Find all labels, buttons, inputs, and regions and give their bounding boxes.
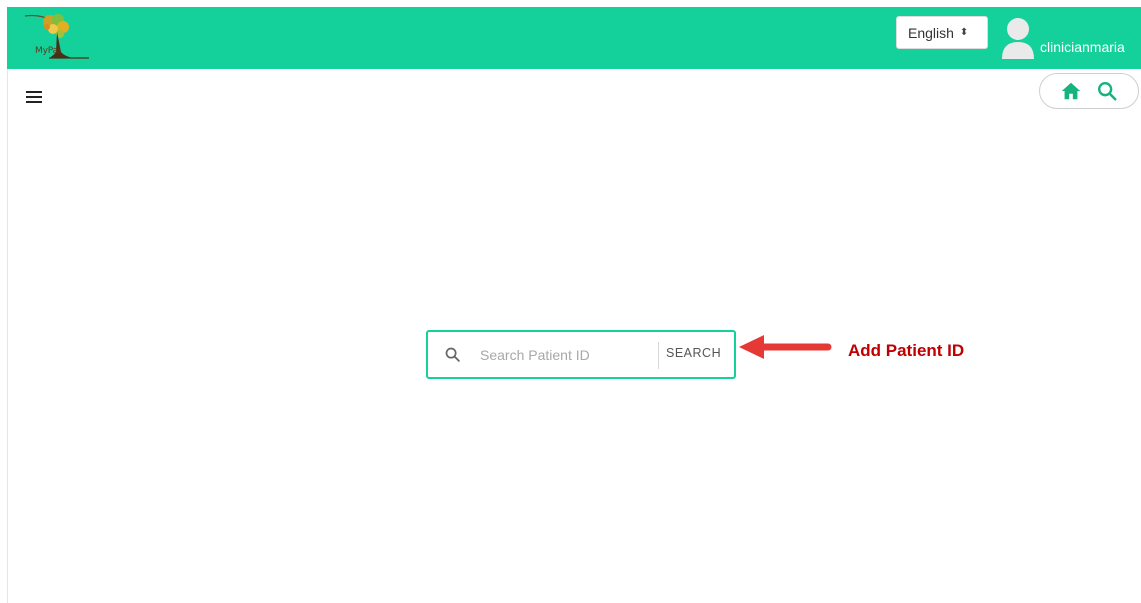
tree-logo-icon [24, 14, 89, 59]
home-icon[interactable] [1060, 80, 1082, 102]
search-divider [658, 342, 659, 369]
search-button[interactable]: SEARCH [666, 346, 721, 360]
logo-text: MyPal [35, 46, 61, 56]
patient-id-search-input[interactable] [480, 343, 652, 367]
annotation-label: Add Patient ID [848, 341, 965, 360]
user-avatar-icon[interactable] [1000, 17, 1036, 59]
sidebar-edge-divider [7, 69, 8, 603]
mypal-logo[interactable]: MyPal [23, 12, 95, 64]
search-magnifier-icon [445, 347, 460, 362]
username[interactable]: clinicianmaria [1040, 39, 1125, 55]
top-navigation-bar: MyPal English ⬍ clinicianmaria [7, 7, 1141, 69]
quick-actions-pill [1039, 73, 1139, 109]
language-selected-value: English [908, 24, 954, 41]
annotation-arrow-icon [739, 335, 832, 359]
patient-search-box: SEARCH [426, 330, 736, 379]
search-icon[interactable] [1096, 80, 1118, 102]
hamburger-menu-icon[interactable] [26, 91, 42, 105]
sort-caret-icon: ⬍ [959, 26, 969, 38]
language-select[interactable]: English ⬍ [896, 16, 988, 49]
